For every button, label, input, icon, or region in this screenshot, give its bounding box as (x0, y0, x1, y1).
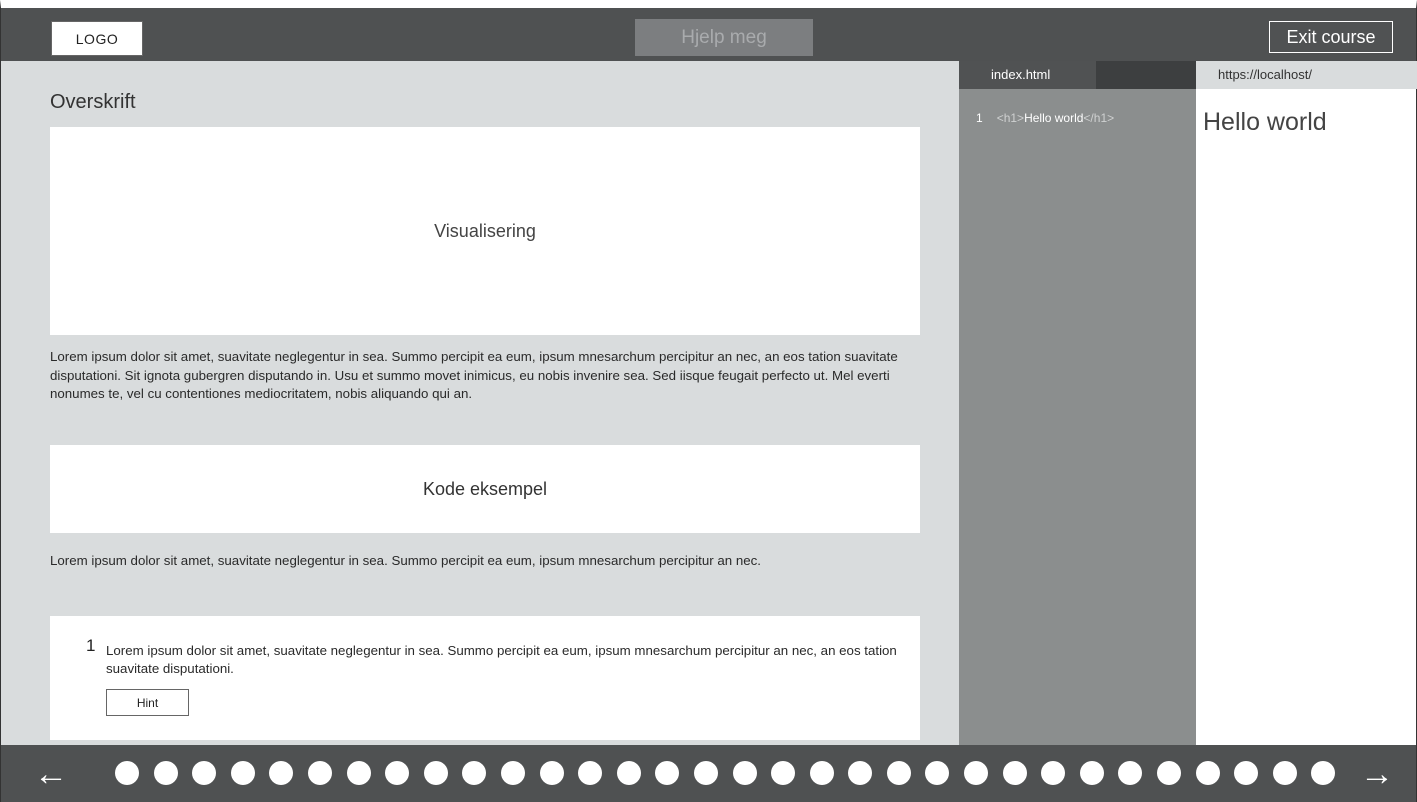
app-root: LOGO Hjelp meg Exit course Overskrift Vi… (0, 0, 1417, 802)
arrow-right-icon[interactable]: → (1357, 754, 1397, 794)
step-dot[interactable] (578, 761, 603, 785)
step-dot[interactable] (886, 761, 911, 785)
code-content: Hello world (1024, 111, 1084, 125)
tab-index-html[interactable]: index.html (959, 61, 1096, 89)
step-dot[interactable] (1041, 761, 1066, 785)
step-dot[interactable] (115, 761, 139, 785)
step-dot[interactable] (1311, 761, 1336, 785)
step-dot[interactable] (964, 761, 989, 785)
preview-heading: Hello world (1203, 108, 1327, 136)
step-dot[interactable] (1002, 761, 1027, 785)
step-dot[interactable] (1195, 761, 1220, 785)
step-dot[interactable] (153, 761, 178, 785)
step-dot[interactable] (230, 761, 255, 785)
browser-preview: https://localhost/ Hello world (1196, 61, 1417, 745)
bottom-navigation: ← → (0, 745, 1417, 802)
help-button[interactable]: Hjelp meg (635, 19, 813, 56)
hint-button[interactable]: Hint (106, 689, 189, 716)
logo[interactable]: LOGO (51, 21, 143, 56)
step-dot[interactable] (616, 761, 641, 785)
code-close-tag: </h1> (1083, 111, 1115, 125)
step-indicator (115, 761, 1336, 785)
step-dot[interactable] (809, 761, 834, 785)
step-dot[interactable] (346, 761, 371, 785)
step-dot[interactable] (192, 761, 217, 785)
step-dot[interactable] (925, 761, 950, 785)
editor-tab-bar: index.html (959, 61, 1196, 89)
step-dot[interactable] (848, 761, 873, 785)
step-dot[interactable] (269, 761, 294, 785)
step-dot[interactable] (655, 761, 680, 785)
step-dot[interactable] (1079, 761, 1104, 785)
code-open-tag: <h1> (996, 111, 1025, 125)
exit-course-button[interactable]: Exit course (1269, 21, 1393, 53)
step-dot[interactable] (1157, 761, 1182, 785)
step-dot[interactable] (1272, 761, 1297, 785)
task-card: 1 Lorem ipsum dolor sit amet, suavitate … (50, 616, 920, 740)
code-editor[interactable]: index.html 1 <h1>Hello world</h1> (959, 61, 1196, 745)
code-line[interactable]: 1 <h1>Hello world</h1> (976, 111, 1114, 125)
line-number: 1 (976, 111, 983, 125)
arrow-left-icon[interactable]: ← (31, 754, 71, 794)
step-dot[interactable] (385, 761, 410, 785)
task-number: 1 (86, 636, 96, 655)
step-dot[interactable] (732, 761, 757, 785)
visualization-box: Visualisering (50, 127, 920, 335)
lesson-paragraph-short: Lorem ipsum dolor sit amet, suavitate ne… (50, 553, 761, 568)
code-example-box: Kode eksempel (50, 445, 920, 533)
url-bar: https://localhost/ (1196, 61, 1417, 89)
page-title: Overskrift (50, 91, 136, 113)
step-dot[interactable] (423, 761, 448, 785)
lesson-panel: Overskrift Visualisering Lorem ipsum dol… (0, 61, 959, 745)
step-dot[interactable] (1118, 761, 1143, 785)
step-dot[interactable] (307, 761, 332, 785)
step-dot[interactable] (693, 761, 718, 785)
step-dot[interactable] (462, 761, 487, 785)
top-bar: LOGO Hjelp meg Exit course (0, 0, 1417, 61)
step-dot[interactable] (1234, 761, 1259, 785)
lesson-paragraph: Lorem ipsum dolor sit amet, suavitate ne… (50, 349, 898, 401)
step-dot[interactable] (539, 761, 564, 785)
task-text: Lorem ipsum dolor sit amet, suavitate ne… (106, 643, 897, 676)
step-dot[interactable] (771, 761, 796, 785)
step-dot[interactable] (500, 761, 525, 785)
